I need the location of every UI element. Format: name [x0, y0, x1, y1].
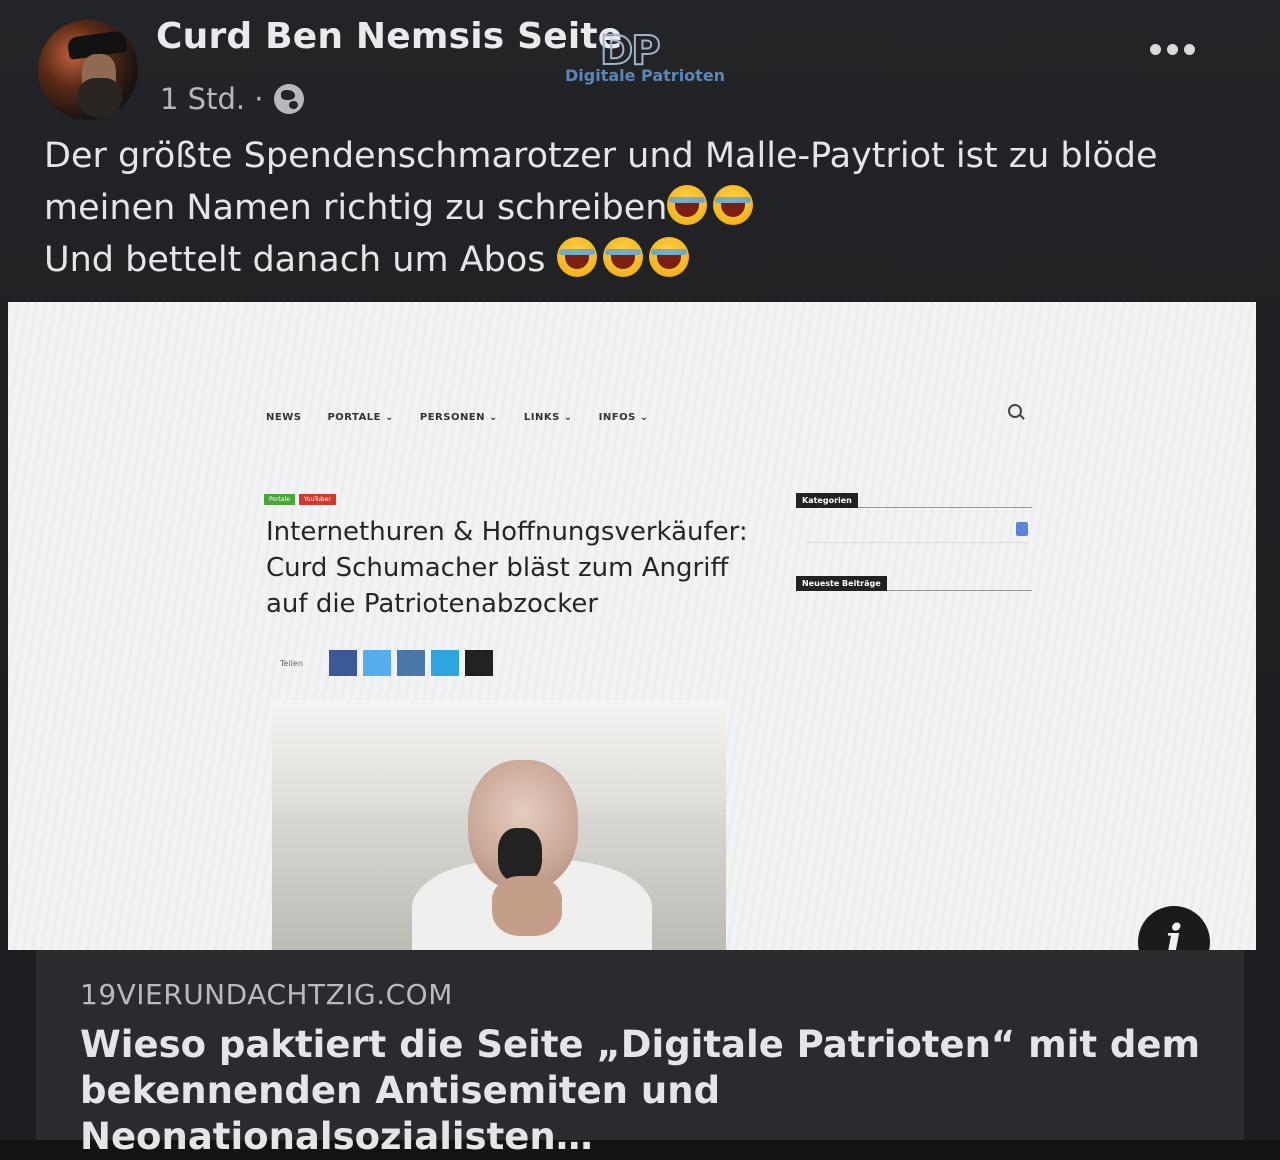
facebook-post: Curd Ben Nemsis Seite 1 Std. · Der größt… — [0, 0, 1280, 1158]
facebook-share-icon — [328, 650, 357, 676]
share-row: Teilen — [280, 650, 493, 676]
tag-youtuber: YouTuber — [298, 494, 336, 505]
globe-icon — [273, 84, 304, 114]
tag-portale: Portale — [264, 494, 295, 505]
nav-item-portale: PORTALE ⌄ — [327, 412, 394, 423]
dot-icon — [1167, 44, 1178, 55]
link-footer[interactable]: 19VIERUNDACHTZIG.COM Wieso paktiert die … — [36, 950, 1244, 1158]
telegram-share-icon — [430, 650, 459, 676]
post-text-line: Der größte Spendenschmarotzer und Malle-… — [44, 136, 1158, 176]
nav-item-personen: PERSONEN ⌄ — [419, 412, 498, 423]
laughing-emoji-icon — [713, 185, 754, 225]
laughing-emoji-icon — [556, 237, 597, 277]
link-headline: Wieso paktiert die Seite „Digitale Patri… — [80, 1023, 1201, 1158]
email-share-icon — [464, 650, 493, 676]
post-text: Der größte Spendenschmarotzer und Malle-… — [44, 130, 1224, 286]
search-icon — [1008, 404, 1022, 418]
share-label: Teilen — [280, 658, 303, 668]
article-tags: Portale YouTuber — [264, 494, 336, 505]
site-sidebar: Kategorien Neueste Beiträge — [796, 488, 1032, 591]
avatar-beard — [78, 78, 122, 118]
link-domain: 19VIERUNDACHTZIG.COM — [80, 978, 453, 1011]
author-avatar[interactable] — [38, 20, 138, 120]
sidebar-heading-categories: Kategorien — [796, 493, 858, 508]
sidebar-heading-recent: Neueste Beiträge — [796, 576, 887, 591]
laughing-emoji-icon — [667, 185, 708, 225]
article-title: Internethuren & Hoffnungsverkäufer: Curd… — [266, 517, 748, 619]
nav-item-infos: INFOS ⌄ — [598, 412, 649, 423]
vk-share-icon — [396, 650, 425, 676]
dot-icon — [1184, 44, 1195, 55]
site-name: Digitale Patrioten — [565, 66, 726, 85]
nav-item-links: LINKS ⌄ — [523, 412, 573, 423]
author-name[interactable]: Curd Ben Nemsis Seite — [156, 16, 622, 57]
laughing-emoji-icon — [648, 237, 689, 277]
post-meta: 1 Std. · — [160, 82, 304, 116]
dot-icon — [1150, 44, 1161, 55]
category-select — [806, 522, 1028, 543]
post-timestamp[interactable]: 1 Std. · — [160, 82, 264, 116]
post-text-line: meinen Namen richtig zu schreiben — [44, 182, 1224, 234]
nav-item-news: NEWS — [266, 412, 302, 423]
post-text-line: Und bettelt danach um Abos — [44, 234, 1224, 286]
article-photo — [272, 700, 726, 950]
twitter-share-icon — [362, 650, 391, 676]
site-nav: NEWS PORTALE ⌄ PERSONEN ⌄ LINKS ⌄ INFOS … — [266, 412, 649, 423]
laughing-emoji-icon — [602, 237, 643, 277]
more-options-button[interactable] — [1146, 40, 1199, 59]
